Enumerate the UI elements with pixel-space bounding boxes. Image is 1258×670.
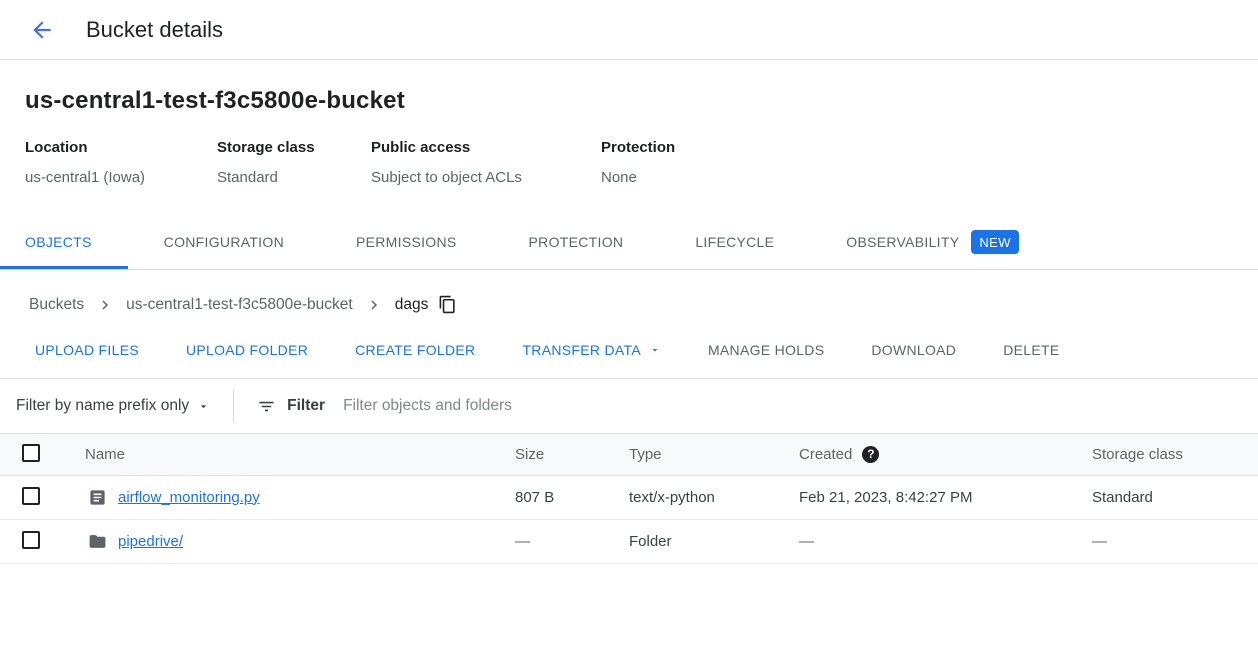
delete-button[interactable]: DELETE [1003, 342, 1059, 358]
object-storage-class: Standard [1092, 475, 1258, 519]
folder-icon [88, 532, 107, 551]
object-action-bar: UPLOAD FILES UPLOAD FOLDER CREATE FOLDER… [0, 322, 1258, 379]
bucket-meta: Location us-central1 (Iowa) Storage clas… [25, 139, 1258, 186]
chevron-right-icon [96, 296, 114, 314]
object-storage-class: — [1092, 519, 1258, 563]
transfer-data-button[interactable]: TRANSFER DATA [522, 342, 661, 358]
arrow-back-icon [29, 17, 55, 43]
meta-value: Standard [217, 169, 371, 186]
help-icon[interactable]: ? [862, 446, 879, 463]
breadcrumb-bucket-name[interactable]: us-central1-test-f3c5800e-bucket [126, 296, 353, 314]
row-checkbox[interactable] [22, 487, 40, 505]
filter-label: Filter [257, 397, 325, 416]
meta-value: None [601, 169, 675, 186]
arrow-dropdown-icon [649, 344, 661, 356]
column-header-type: Type [629, 434, 799, 475]
arrow-dropdown-icon [197, 400, 210, 413]
meta-label: Public access [371, 139, 601, 156]
object-link[interactable]: airflow_monitoring.py [118, 489, 260, 506]
filter-list-icon [257, 397, 276, 416]
table-header-row: Name Size Type Created ? Storage class [0, 434, 1258, 475]
upload-files-button[interactable]: UPLOAD FILES [35, 342, 139, 358]
create-folder-button[interactable]: CREATE FOLDER [355, 342, 475, 358]
meta-storage-class: Storage class Standard [217, 139, 371, 186]
object-type: Folder [629, 519, 799, 563]
meta-label: Location [25, 139, 217, 156]
breadcrumb: Buckets us-central1-test-f3c5800e-bucket… [29, 295, 1258, 314]
column-header-size: Size [515, 434, 629, 475]
meta-protection: Protection None [601, 139, 675, 186]
object-created: Feb 21, 2023, 8:42:27 PM [799, 475, 1092, 519]
breadcrumb-current-folder: dags [395, 296, 429, 314]
filter-input[interactable] [343, 397, 763, 415]
tab-protection[interactable]: PROTECTION [493, 215, 660, 269]
filter-scope-dropdown[interactable]: Filter by name prefix only [16, 397, 210, 415]
table-row: pipedrive/ — Folder — — [0, 519, 1258, 563]
objects-table: Name Size Type Created ? Storage class a… [0, 434, 1258, 564]
file-icon [88, 488, 107, 507]
divider [233, 389, 234, 423]
column-header-storage-class: Storage class [1092, 434, 1258, 475]
table-row: airflow_monitoring.py 807 B text/x-pytho… [0, 475, 1258, 519]
chevron-right-icon [365, 296, 383, 314]
meta-label: Protection [601, 139, 675, 156]
meta-value: us-central1 (Iowa) [25, 169, 217, 186]
breadcrumb-buckets[interactable]: Buckets [29, 296, 84, 314]
tab-permissions[interactable]: PERMISSIONS [320, 215, 493, 269]
object-link[interactable]: pipedrive/ [118, 533, 183, 550]
page-title: Bucket details [86, 17, 223, 43]
object-created: — [799, 519, 1092, 563]
upload-folder-button[interactable]: UPLOAD FOLDER [186, 342, 308, 358]
tab-lifecycle[interactable]: LIFECYCLE [659, 215, 810, 269]
meta-public-access: Public access Subject to object ACLs [371, 139, 601, 186]
column-header-name: Name [60, 434, 515, 475]
object-size: 807 B [515, 475, 629, 519]
tab-bar: OBJECTS CONFIGURATION PERMISSIONS PROTEC… [0, 215, 1258, 270]
app-bar: Bucket details [0, 0, 1258, 60]
manage-holds-button[interactable]: MANAGE HOLDS [708, 342, 824, 358]
copy-path-button[interactable] [438, 295, 457, 314]
object-size: — [515, 519, 629, 563]
object-type: text/x-python [629, 475, 799, 519]
tab-objects[interactable]: OBJECTS [0, 215, 128, 269]
row-checkbox[interactable] [22, 531, 40, 549]
content-copy-icon [438, 295, 457, 314]
bucket-name: us-central1-test-f3c5800e-bucket [25, 87, 1258, 115]
tab-configuration[interactable]: CONFIGURATION [128, 215, 320, 269]
tab-observability[interactable]: OBSERVABILITY NEW [810, 215, 1055, 269]
meta-value: Subject to object ACLs [371, 169, 601, 186]
download-button[interactable]: DOWNLOAD [871, 342, 956, 358]
new-badge: NEW [971, 230, 1019, 254]
filter-bar: Filter by name prefix only Filter [0, 379, 1258, 434]
meta-label: Storage class [217, 139, 371, 156]
back-button[interactable] [28, 16, 56, 44]
select-all-checkbox[interactable] [22, 444, 40, 462]
column-header-created: Created ? [799, 434, 1092, 475]
meta-location: Location us-central1 (Iowa) [25, 139, 217, 186]
